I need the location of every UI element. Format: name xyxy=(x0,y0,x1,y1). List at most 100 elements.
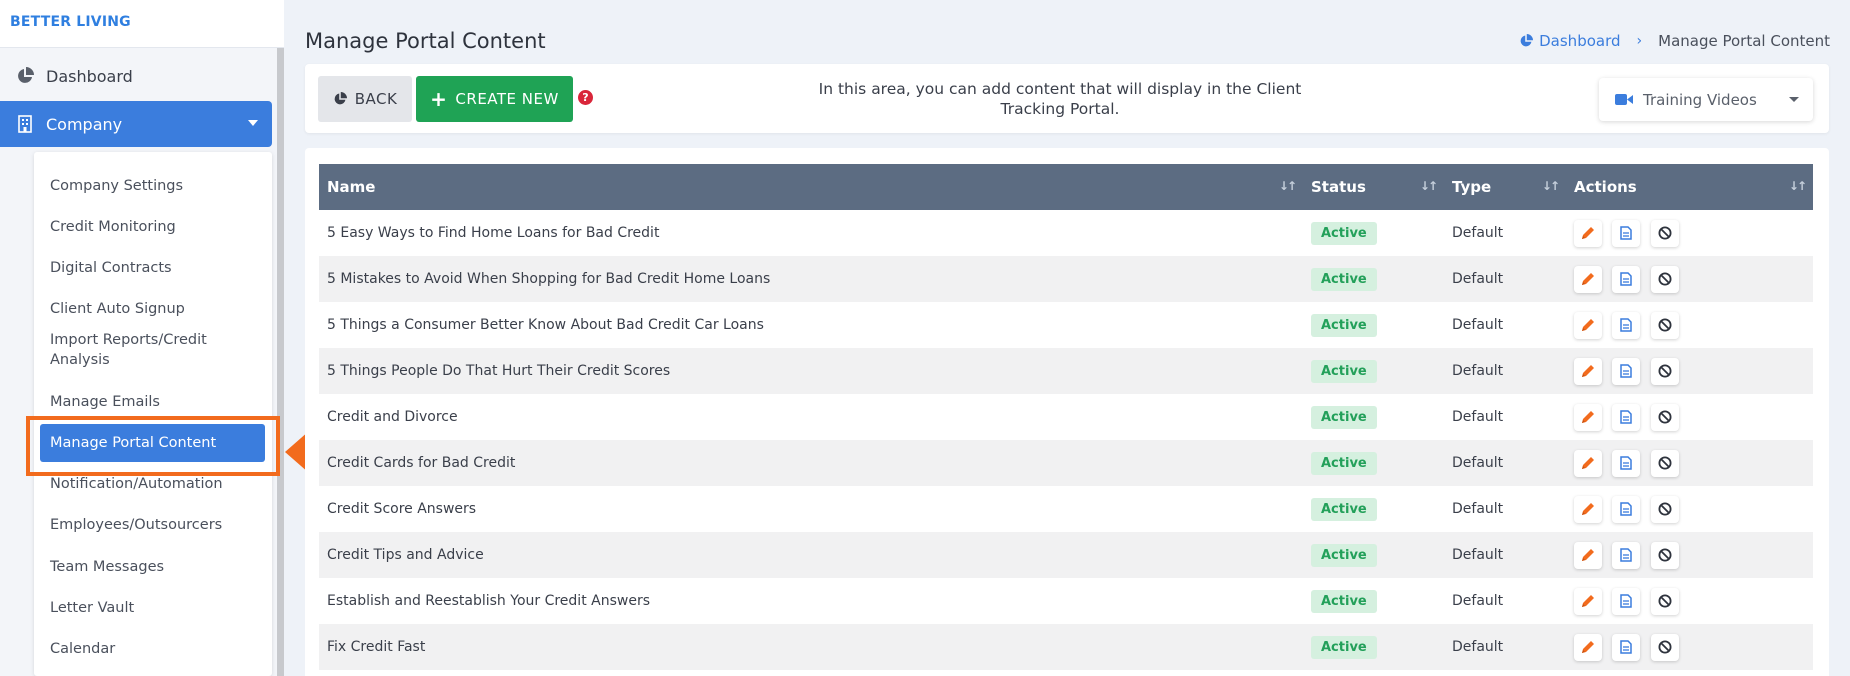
submenu-company-settings[interactable]: Company Settings xyxy=(34,176,272,196)
document-icon xyxy=(1620,502,1633,516)
column-header-name[interactable]: Name ↓↑ xyxy=(319,164,1303,210)
disable-button[interactable] xyxy=(1650,587,1679,615)
view-document-button[interactable] xyxy=(1612,495,1641,523)
edit-button[interactable] xyxy=(1574,403,1602,431)
sidebar-scrollbar[interactable] xyxy=(277,48,284,676)
status-badge: Active xyxy=(1311,267,1377,291)
document-icon xyxy=(1620,548,1633,562)
disable-button[interactable] xyxy=(1650,403,1679,431)
breadcrumb-home[interactable]: Dashboard xyxy=(1519,32,1621,50)
disable-button[interactable] xyxy=(1650,265,1679,293)
content-type-value: Training Videos xyxy=(1643,90,1757,109)
view-document-button[interactable] xyxy=(1612,541,1641,569)
column-header-actions[interactable]: Actions ↓↑ xyxy=(1566,164,1813,210)
sidebar-item-label: Dashboard xyxy=(46,66,133,86)
edit-button[interactable] xyxy=(1574,587,1602,615)
submenu-credit-monitoring[interactable]: Credit Monitoring xyxy=(34,217,272,237)
edit-button[interactable] xyxy=(1574,541,1602,569)
ban-icon xyxy=(1658,640,1672,654)
view-document-button[interactable] xyxy=(1612,449,1641,477)
row-type: Default xyxy=(1452,271,1504,287)
disable-button[interactable] xyxy=(1650,633,1679,661)
company-submenu: Company Settings Credit Monitoring Digit… xyxy=(34,152,272,676)
sidebar-item-dashboard[interactable]: Dashboard xyxy=(0,53,272,99)
row-type: Default xyxy=(1452,409,1504,425)
pie-chart-icon xyxy=(14,65,36,87)
submenu-employees-outsourcers[interactable]: Employees/Outsourcers xyxy=(34,515,272,535)
disable-button[interactable] xyxy=(1650,357,1679,385)
row-name: Fix Credit Fast xyxy=(327,639,426,655)
row-type: Default xyxy=(1452,225,1504,241)
view-document-button[interactable] xyxy=(1612,587,1641,615)
column-header-status[interactable]: Status ↓↑ xyxy=(1303,164,1444,210)
submenu-team-messages[interactable]: Team Messages xyxy=(34,557,272,577)
row-type: Default xyxy=(1452,363,1504,379)
edit-button[interactable] xyxy=(1574,495,1602,523)
submenu-digital-contracts[interactable]: Digital Contracts xyxy=(34,258,272,278)
edit-button[interactable] xyxy=(1574,449,1602,477)
submenu-calendar[interactable]: Calendar xyxy=(34,639,272,659)
brand-logo[interactable]: BETTER LIVING xyxy=(0,0,284,48)
back-button[interactable]: BACK xyxy=(318,76,412,122)
disable-button[interactable] xyxy=(1650,495,1679,523)
pencil-icon xyxy=(1582,595,1594,607)
disable-button[interactable] xyxy=(1650,449,1679,477)
edit-button[interactable] xyxy=(1574,357,1602,385)
submenu-client-auto-signup[interactable]: Client Auto Signup xyxy=(34,299,272,319)
row-name: 5 Easy Ways to Find Home Loans for Bad C… xyxy=(327,225,660,241)
help-icon[interactable]: ? xyxy=(578,90,593,105)
submenu-letter-vault[interactable]: Letter Vault xyxy=(34,598,272,618)
content-table: Name ↓↑ Status ↓↑ Type ↓↑ Actions ↓↑ 5 Easy … xyxy=(319,164,1813,670)
pencil-icon xyxy=(1582,227,1594,239)
row-name: Establish and Reestablish Your Credit An… xyxy=(327,593,650,609)
status-badge: Active xyxy=(1311,359,1377,383)
ban-icon xyxy=(1658,410,1672,424)
table-row: 5 Mistakes to Avoid When Shopping for Ba… xyxy=(319,256,1813,302)
create-new-button[interactable]: + CREATE NEW xyxy=(416,76,573,122)
breadcrumb: Dashboard › Manage Portal Content xyxy=(1519,32,1830,50)
submenu-notification-automation[interactable]: Notification/Automation xyxy=(34,474,272,494)
view-document-button[interactable] xyxy=(1612,311,1641,339)
edit-button[interactable] xyxy=(1574,265,1602,293)
breadcrumb-current: Manage Portal Content xyxy=(1658,32,1830,50)
table-row: Credit Tips and Advice Active Default xyxy=(319,532,1813,578)
status-badge: Active xyxy=(1311,221,1377,245)
view-document-button[interactable] xyxy=(1612,403,1641,431)
disable-button[interactable] xyxy=(1650,541,1679,569)
chevron-down-icon xyxy=(1789,97,1799,102)
content-type-select[interactable]: Training Videos xyxy=(1599,78,1813,121)
pencil-icon xyxy=(1582,549,1594,561)
edit-button[interactable] xyxy=(1574,219,1602,247)
view-document-button[interactable] xyxy=(1612,265,1641,293)
table-row: Credit and Divorce Active Default xyxy=(319,394,1813,440)
pencil-icon xyxy=(1582,319,1594,331)
ban-icon xyxy=(1658,594,1672,608)
create-new-button-label: CREATE NEW xyxy=(455,90,559,108)
table-row: Credit Cards for Bad Credit Active Defau… xyxy=(319,440,1813,486)
row-type: Default xyxy=(1452,317,1504,333)
row-name: Credit Cards for Bad Credit xyxy=(327,455,516,471)
document-icon xyxy=(1620,226,1633,240)
table-row: 5 Things People Do That Hurt Their Credi… xyxy=(319,348,1813,394)
ban-icon xyxy=(1658,502,1672,516)
document-icon xyxy=(1620,318,1633,332)
table-row: Fix Credit Fast Active Default xyxy=(319,624,1813,670)
row-name: 5 Things a Consumer Better Know About Ba… xyxy=(327,317,764,333)
row-name: Credit Score Answers xyxy=(327,501,477,517)
disable-button[interactable] xyxy=(1650,311,1679,339)
row-type: Default xyxy=(1452,455,1504,471)
sidebar-item-company[interactable]: Company xyxy=(0,101,272,147)
column-header-type[interactable]: Type ↓↑ xyxy=(1444,164,1566,210)
pie-chart-icon xyxy=(334,92,347,105)
view-document-button[interactable] xyxy=(1612,633,1641,661)
submenu-manage-emails[interactable]: Manage Emails xyxy=(34,392,272,412)
sort-icon: ↓↑ xyxy=(1541,179,1560,193)
document-icon xyxy=(1620,364,1633,378)
view-document-button[interactable] xyxy=(1612,219,1641,247)
disable-button[interactable] xyxy=(1650,219,1679,247)
view-document-button[interactable] xyxy=(1612,357,1641,385)
document-icon xyxy=(1620,272,1633,286)
submenu-import-reports[interactable]: Import Reports/Credit Analysis xyxy=(34,330,224,370)
edit-button[interactable] xyxy=(1574,311,1602,339)
edit-button[interactable] xyxy=(1574,633,1602,661)
